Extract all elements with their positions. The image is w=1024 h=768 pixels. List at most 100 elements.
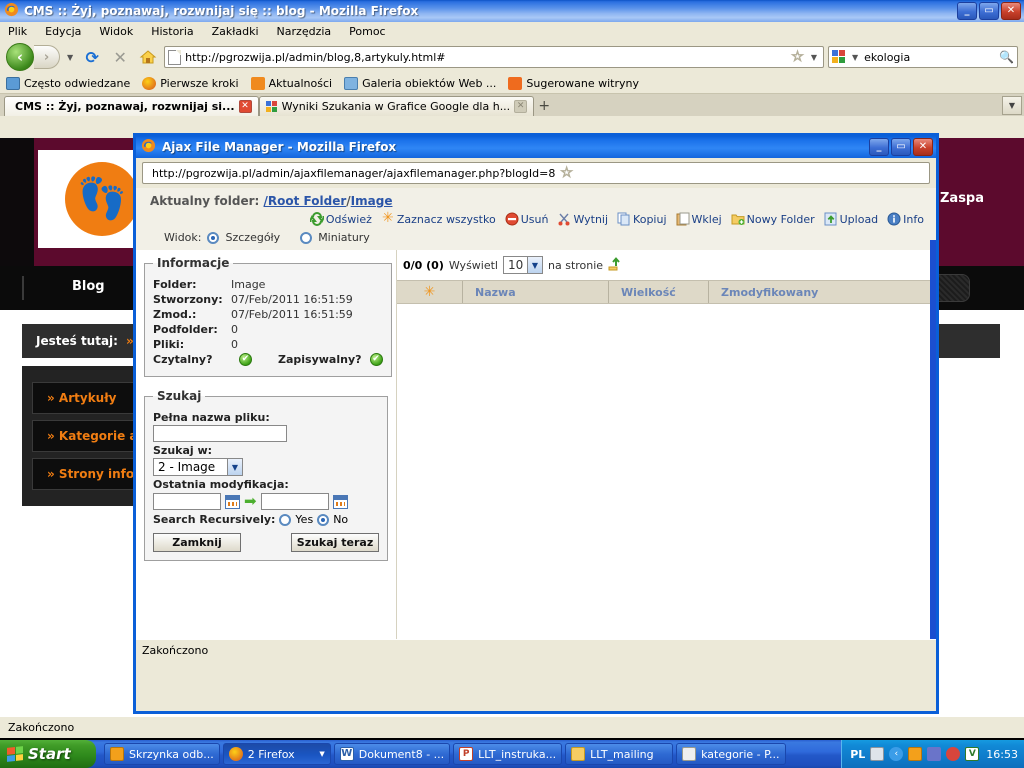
site-nav-item-blog[interactable]: Blog xyxy=(72,279,105,294)
bookmark-sugerowane[interactable]: Sugerowane witryny xyxy=(508,77,639,90)
toolbar-upload-button[interactable]: Upload xyxy=(824,212,878,226)
back-button[interactable]: ‹ xyxy=(6,43,34,71)
tab-cms[interactable]: CMS :: Żyj, poznawaj, rozwnijaj si... ✕ xyxy=(4,96,259,116)
system-clock[interactable]: 16:53 xyxy=(986,748,1018,761)
maximize-button[interactable]: ▭ xyxy=(979,2,999,20)
tray-expand-icon[interactable]: ‹ xyxy=(889,747,904,761)
main-window-titlebar: CMS :: Żyj, poznawaj, rozwnijaj się :: b… xyxy=(0,0,1024,22)
history-dropdown-icon[interactable]: ▼ xyxy=(64,53,76,62)
stop-icon[interactable]: ✕ xyxy=(108,45,132,69)
column-select-all-icon[interactable]: ✳ xyxy=(397,281,463,303)
rss-icon xyxy=(250,77,265,90)
start-button[interactable]: Start xyxy=(0,740,96,768)
search-now-button[interactable]: Szukaj teraz xyxy=(291,533,379,552)
tab-list-dropdown-icon[interactable]: ▼ xyxy=(1002,96,1022,115)
network-icon[interactable] xyxy=(927,747,942,761)
filename-input[interactable] xyxy=(153,425,287,442)
taskbar-item-folder[interactable]: LLT_mailing xyxy=(565,743,674,765)
toolbar-paste-button[interactable]: Wklej xyxy=(676,212,722,226)
search-panel: Szukaj Pełna nazwa pliku: Szukaj w: 2 - … xyxy=(144,389,388,561)
dialog-status-bar: Zakończono xyxy=(136,639,936,660)
url-bar[interactable]: http://pgrozwija.pl/admin/blog,8,artykul… xyxy=(164,46,824,68)
date-to-input[interactable] xyxy=(260,493,329,510)
dialog-vertical-scrollbar[interactable] xyxy=(930,240,936,642)
view-thumbs-label[interactable]: Miniatury xyxy=(318,231,370,244)
dialog-minimize-button[interactable]: _ xyxy=(869,138,889,156)
view-details-label[interactable]: Szczegóły xyxy=(225,231,280,244)
taskbar-item-powerpoint[interactable]: P LLT_instruka... xyxy=(453,743,563,765)
radio-view-details[interactable] xyxy=(207,231,220,244)
bookmark-czesto-odwiedzane[interactable]: Często odwiedzane xyxy=(6,77,130,90)
chevron-down-icon[interactable]: ▼ xyxy=(319,750,324,758)
search-input[interactable]: ekologia xyxy=(864,51,996,64)
toolbar-copy-button[interactable]: Kopiuj xyxy=(617,212,667,226)
calendar-icon[interactable] xyxy=(225,494,240,509)
toolbar-label: Wklej xyxy=(691,212,722,226)
opera-icon[interactable] xyxy=(946,747,961,761)
toolbar-new-folder-button[interactable]: Nowy Folder xyxy=(731,212,815,226)
forward-button[interactable]: › xyxy=(34,45,60,69)
menu-historia[interactable]: Historia xyxy=(151,25,193,38)
bookmark-aktualnosci[interactable]: Aktualności xyxy=(250,77,333,90)
dialog-close-button[interactable]: ✕ xyxy=(913,138,933,156)
menu-widok[interactable]: Widok xyxy=(99,25,133,38)
taskbar-item-label: LLT_mailing xyxy=(590,747,654,761)
urlbar-dropdown-icon[interactable]: ▼ xyxy=(808,53,820,62)
bookmark-label: Galeria obiektów Web ... xyxy=(362,77,497,90)
column-wielkosc[interactable]: Wielkość xyxy=(609,281,709,303)
taskbar-item-word[interactable]: W Dokument8 - ... xyxy=(333,743,451,765)
minimize-button[interactable]: _ xyxy=(957,2,977,20)
menu-plik[interactable]: Plik xyxy=(8,25,27,38)
toolbar-refresh-button[interactable]: Odśwież xyxy=(308,212,372,226)
column-zmodyfikowany[interactable]: Zmodyfikowany xyxy=(709,281,936,303)
radio-view-thumbnails[interactable] xyxy=(300,231,313,244)
clock-tray-icon[interactable] xyxy=(908,747,923,761)
recursive-no-label[interactable]: No xyxy=(333,513,348,526)
tab-google-images[interactable]: Wyniki Szukania w Grafice Google dla h..… xyxy=(258,96,535,116)
toolbar-delete-button[interactable]: Usuń xyxy=(505,212,548,226)
bookmark-label: Aktualności xyxy=(268,77,333,90)
antivirus-icon[interactable]: V xyxy=(965,747,980,761)
radio-recursive-no[interactable] xyxy=(317,513,330,526)
info-key: Pliki: xyxy=(153,338,185,351)
new-tab-button[interactable]: + xyxy=(534,96,554,116)
path-root-link[interactable]: /Root Folder xyxy=(264,194,347,208)
search-icon[interactable]: 🔍 xyxy=(999,50,1014,64)
date-from-input[interactable] xyxy=(153,493,221,510)
toolbar-select-all-button[interactable]: ✳ Zaznacz wszystko xyxy=(381,211,496,226)
toolbar-cut-button[interactable]: Wytnij xyxy=(557,212,608,226)
calendar-icon[interactable] xyxy=(332,494,348,509)
keyboard-icon[interactable] xyxy=(870,747,885,761)
bookmark-pierwsze-kroki[interactable]: Pierwsze kroki xyxy=(142,77,239,90)
dialog-maximize-button[interactable]: ▭ xyxy=(891,138,911,156)
go-icon[interactable] xyxy=(608,256,623,274)
radio-recursive-yes[interactable] xyxy=(279,513,292,526)
search-engine-dropdown-icon[interactable]: ▼ xyxy=(849,53,861,62)
menu-edycja[interactable]: Edycja xyxy=(45,25,81,38)
taskbar-item-firefox[interactable]: 2 Firefox ▼ xyxy=(222,743,331,765)
taskbar-item-kategorie[interactable]: kategorie - P... xyxy=(676,743,786,765)
taskbar-item-outlook[interactable]: Skrzynka odb... xyxy=(104,743,220,765)
column-nazwa[interactable]: Nazwa xyxy=(463,281,609,303)
language-indicator[interactable]: PL xyxy=(850,748,865,761)
tab-close-icon[interactable]: ✕ xyxy=(238,100,252,113)
bookmark-galeria[interactable]: Galeria obiektów Web ... xyxy=(344,77,496,90)
menu-zakladki[interactable]: Zakładki xyxy=(212,25,259,38)
reload-icon[interactable]: ⟳ xyxy=(80,45,104,69)
recursive-yes-label[interactable]: Yes xyxy=(295,513,313,526)
bookmark-star-icon[interactable]: ☆ xyxy=(791,49,805,66)
tab-close-icon[interactable]: ✕ xyxy=(514,100,528,113)
search-bar[interactable]: ▼ ekologia 🔍 xyxy=(828,46,1018,68)
searchin-select[interactable]: 2 - Image ▼ xyxy=(153,458,243,476)
home-icon[interactable] xyxy=(136,45,160,69)
arrow-right-icon: ➡ xyxy=(244,492,257,510)
path-current-link[interactable]: Image xyxy=(351,194,393,208)
dialog-url-bar[interactable]: http://pgrozwija.pl/admin/ajaxfilemanage… xyxy=(142,162,930,184)
close-button[interactable]: ✕ xyxy=(1001,2,1021,20)
close-button[interactable]: Zamknij xyxy=(153,533,241,552)
bookmark-star-icon[interactable]: ☆ xyxy=(560,165,574,182)
menu-pomoc[interactable]: Pomoc xyxy=(349,25,385,38)
per-page-select[interactable]: 10 ▼ xyxy=(503,256,543,274)
menu-narzedzia[interactable]: Narzędzia xyxy=(277,25,332,38)
toolbar-info-button[interactable]: Info xyxy=(887,212,924,226)
